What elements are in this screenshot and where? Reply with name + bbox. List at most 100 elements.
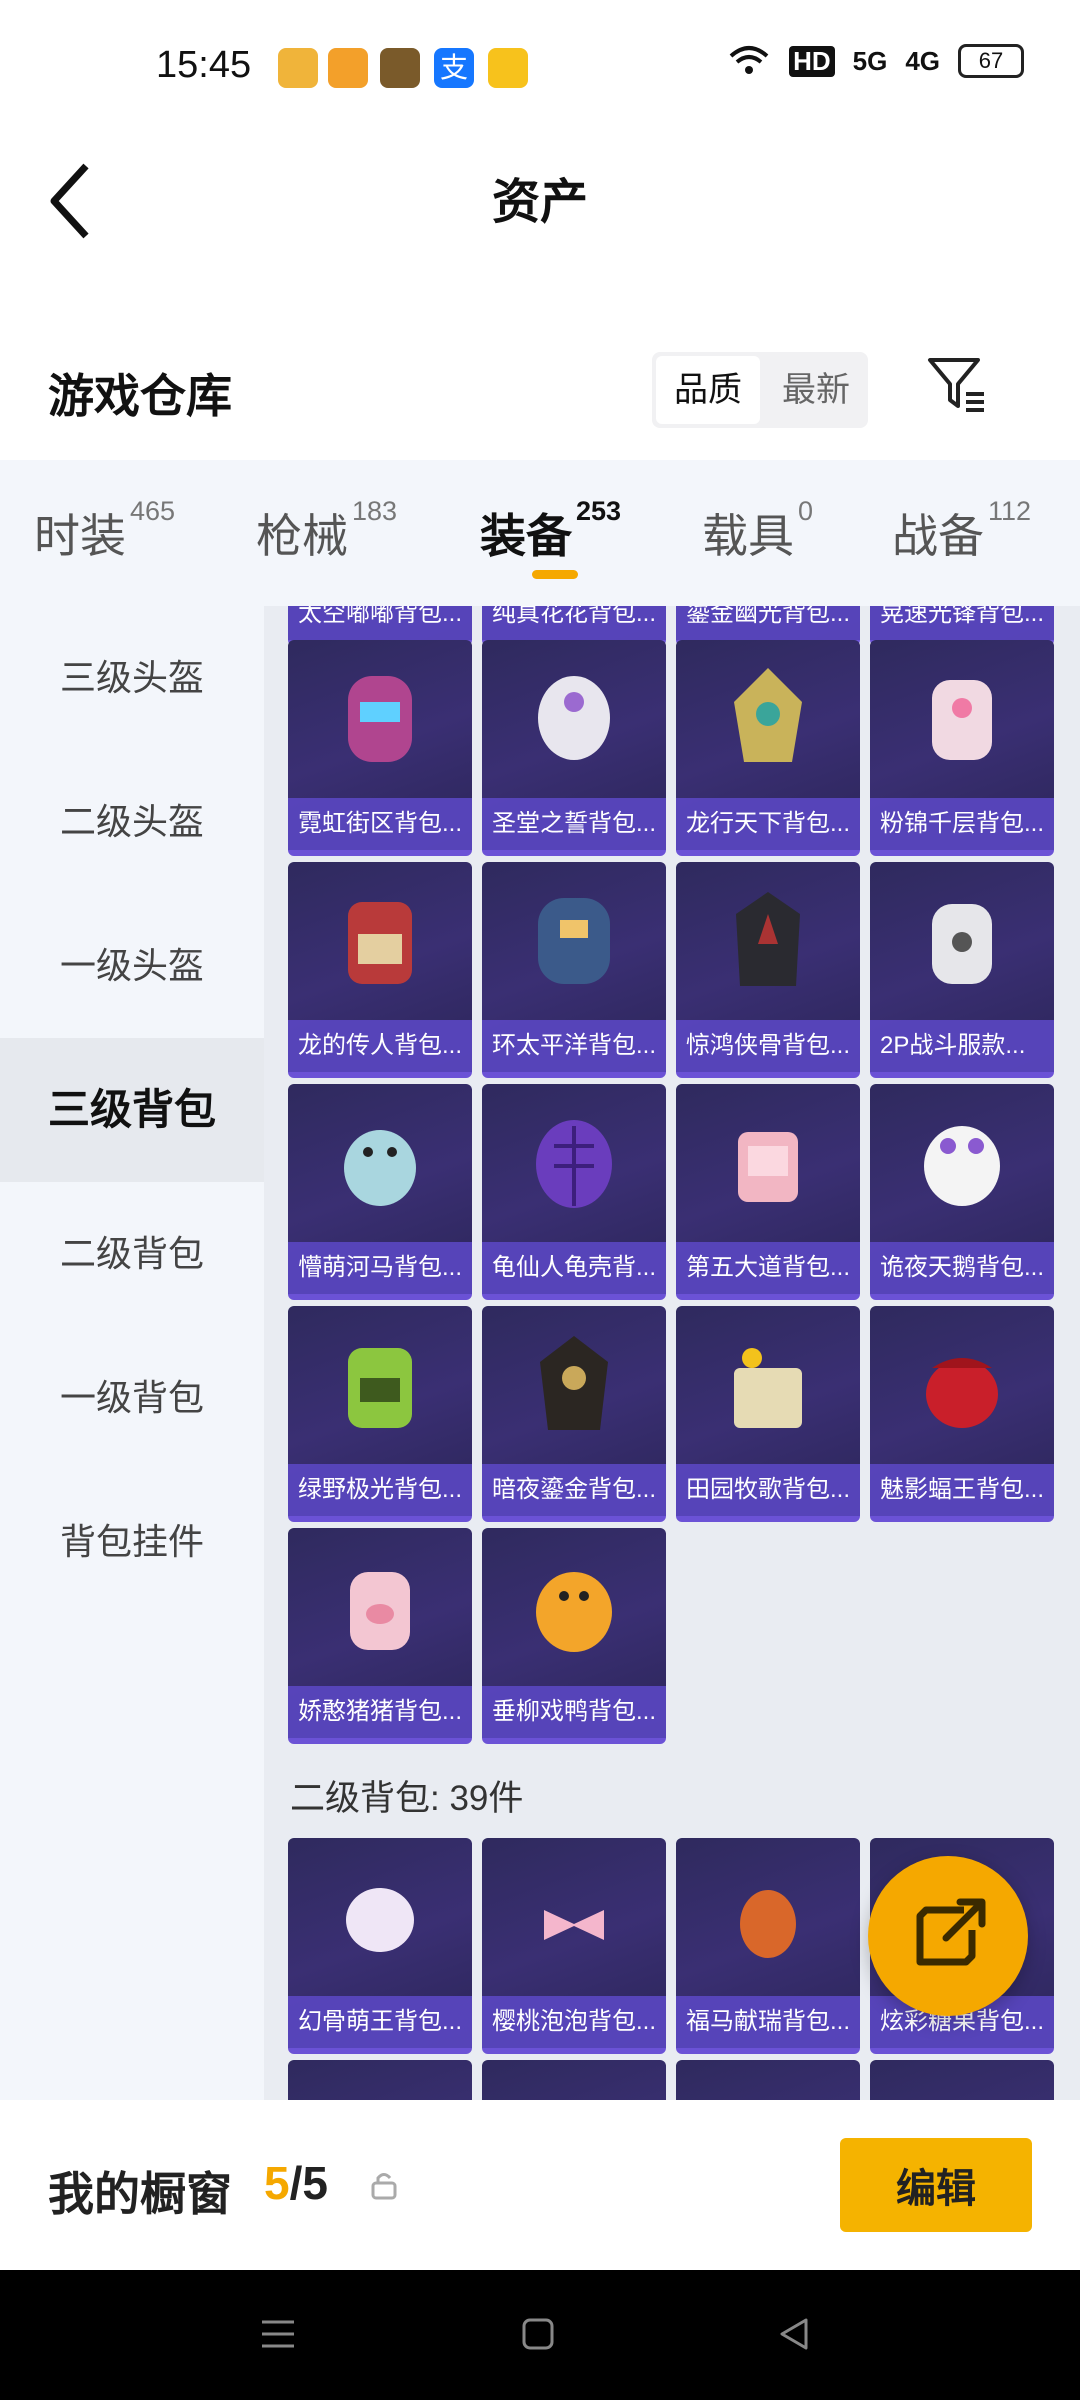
sort-toggle: 品质 最新 bbox=[652, 352, 868, 428]
tab-equipment[interactable]: 装备 253 bbox=[480, 496, 621, 566]
item-card[interactable] bbox=[870, 2060, 1054, 2100]
back-nav-icon[interactable] bbox=[774, 2314, 814, 2354]
battery-icon: 67 bbox=[958, 44, 1024, 78]
item-name: 纯真花花背包... bbox=[482, 606, 666, 640]
sidebar-item-level3-backpack[interactable]: 三级背包 bbox=[0, 1038, 264, 1182]
item-name: 圣堂之誓背包... bbox=[482, 798, 666, 850]
wifi-icon bbox=[729, 46, 769, 74]
item-card[interactable]: 粉锦千层背包... bbox=[870, 640, 1054, 856]
item-card[interactable]: 魅影蝠王背包... bbox=[870, 1306, 1054, 1522]
status-time: 15:45 bbox=[156, 44, 252, 86]
item-card[interactable]: 霓虹街区背包... bbox=[288, 640, 472, 856]
sort-newest-button[interactable]: 最新 bbox=[764, 352, 868, 428]
item-name: 鎏金幽光背包... bbox=[676, 606, 860, 640]
item-name: 樱桃泡泡背包... bbox=[482, 1996, 666, 2048]
sidebar-item-level1-helmet[interactable]: 一级头盔 bbox=[0, 894, 264, 1038]
item-card[interactable]: 圣堂之誓背包... bbox=[482, 640, 666, 856]
signal-4g-icon: 4G bbox=[905, 45, 940, 76]
game2-notification-icon bbox=[380, 48, 420, 88]
tab-firearms[interactable]: 枪械 183 bbox=[256, 496, 397, 566]
item-name: 龙行天下背包... bbox=[676, 798, 860, 850]
tab-label: 战备 bbox=[892, 510, 984, 562]
item-card[interactable]: 樱桃泡泡背包... bbox=[482, 1838, 666, 2054]
item-card[interactable]: 幻骨萌王背包... bbox=[288, 1838, 472, 2054]
item-card[interactable] bbox=[676, 2060, 860, 2100]
subcategory-sidebar: 三级头盔 二级头盔 一级头盔 三级背包 二级背包 一级背包 背包挂件 bbox=[0, 606, 264, 2100]
sort-quality-button[interactable]: 品质 bbox=[656, 356, 760, 424]
item-card[interactable]: 龟仙人龟壳背... bbox=[482, 1084, 666, 1300]
item-name: 诡夜天鹅背包... bbox=[870, 1242, 1054, 1294]
item-card[interactable]: 2P战斗服款... bbox=[870, 862, 1054, 1078]
backpack-icon bbox=[738, 1132, 798, 1202]
backpack-icon bbox=[924, 1126, 1000, 1206]
item-card[interactable] bbox=[482, 2060, 666, 2100]
tab-label: 载具 bbox=[702, 510, 794, 562]
item-name: 太空嘟嘟背包... bbox=[288, 606, 472, 640]
item-name: 粉锦千层背包... bbox=[870, 798, 1054, 850]
showcase-current: 5 bbox=[264, 2157, 290, 2209]
backpack-icon bbox=[348, 1348, 412, 1428]
item-card[interactable]: 田园牧歌背包... bbox=[676, 1306, 860, 1522]
tab-label: 枪械 bbox=[256, 510, 348, 562]
tab-fashion[interactable]: 时装 465 bbox=[34, 496, 175, 566]
item-card[interactable]: 福马献瑞背包... bbox=[676, 1838, 860, 2054]
item-card[interactable]: 惊鸿侠骨背包... bbox=[676, 862, 860, 1078]
item-card[interactable]: 龙行天下背包... bbox=[676, 640, 860, 856]
item-name: 幻骨萌王背包... bbox=[288, 1996, 472, 2048]
item-name: 暗夜鎏金背包... bbox=[482, 1464, 666, 1516]
tab-count: 465 bbox=[130, 496, 176, 526]
item-card[interactable]: 垂柳戏鸭背包... bbox=[482, 1528, 666, 1744]
sidebar-item-level2-helmet[interactable]: 二级头盔 bbox=[0, 750, 264, 894]
item-name: 田园牧歌背包... bbox=[676, 1464, 860, 1516]
backpack-icon bbox=[536, 1572, 612, 1652]
tab-count: 253 bbox=[576, 496, 622, 526]
item-card[interactable]: 懵萌河马背包... bbox=[288, 1084, 472, 1300]
game-notification-icon bbox=[328, 48, 368, 88]
showcase-separator: / bbox=[289, 2157, 303, 2209]
filter-icon[interactable] bbox=[926, 354, 986, 414]
backpack-icon bbox=[540, 1336, 608, 1430]
item-card[interactable]: 诡夜天鹅背包... bbox=[870, 1084, 1054, 1300]
page-title: 资产 bbox=[491, 176, 588, 229]
warehouse-bar: 游戏仓库 品质 最新 bbox=[0, 330, 1080, 450]
item-name: 懵萌河马背包... bbox=[288, 1242, 472, 1294]
sidebar-item-backpack-charm[interactable]: 背包挂件 bbox=[0, 1470, 264, 1614]
tab-vehicles[interactable]: 载具 0 bbox=[702, 496, 813, 566]
item-name: 垂柳戏鸭背包... bbox=[482, 1686, 666, 1738]
item-card[interactable] bbox=[288, 2060, 472, 2100]
showcase-count: 5/5 bbox=[264, 2156, 328, 2210]
showcase-total: 5 bbox=[302, 2157, 328, 2209]
backpack-icon bbox=[734, 1348, 802, 1428]
tab-count: 112 bbox=[988, 496, 1032, 526]
item-name: 娇憨猪猪背包... bbox=[288, 1686, 472, 1738]
item-card[interactable]: 第五大道背包... bbox=[676, 1084, 860, 1300]
edit-button[interactable]: 编辑 bbox=[840, 2138, 1032, 2232]
tab-count: 0 bbox=[798, 496, 814, 526]
backpack-icon bbox=[348, 676, 412, 762]
menu-icon[interactable] bbox=[258, 2314, 298, 2354]
item-card[interactable]: 绿野极光背包... bbox=[288, 1306, 472, 1522]
item-card[interactable]: 龙的传人背包... bbox=[288, 862, 472, 1078]
lock-icon bbox=[371, 2173, 397, 2200]
backpack-icon bbox=[932, 680, 992, 760]
backpack-icon bbox=[538, 898, 610, 984]
backpack-icon bbox=[740, 1890, 796, 1958]
item-name: 魅影蝠王背包... bbox=[870, 1464, 1054, 1516]
item-name: 龟仙人龟壳背... bbox=[482, 1242, 666, 1294]
coupon-notification-icon bbox=[488, 48, 528, 88]
item-card[interactable]: 娇憨猪猪背包... bbox=[288, 1528, 472, 1744]
signal-5g-icon: 5G bbox=[852, 45, 888, 76]
backpack-icon bbox=[736, 892, 800, 986]
sidebar-item-level3-helmet[interactable]: 三级头盔 bbox=[0, 606, 264, 750]
tab-supplies[interactable]: 战备 112 bbox=[892, 496, 1031, 566]
home-icon[interactable] bbox=[518, 2314, 558, 2354]
share-button[interactable] bbox=[868, 1856, 1028, 2016]
sidebar-item-level1-backpack[interactable]: 一级背包 bbox=[0, 1326, 264, 1470]
item-name: 福马献瑞背包... bbox=[676, 1996, 860, 2048]
backpack-icon bbox=[538, 676, 610, 760]
item-card[interactable]: 暗夜鎏金背包... bbox=[482, 1306, 666, 1522]
sidebar-item-level2-backpack[interactable]: 二级背包 bbox=[0, 1182, 264, 1326]
item-card[interactable]: 环太平洋背包... bbox=[482, 862, 666, 1078]
alipay-notification-icon: 支 bbox=[434, 48, 474, 88]
item-name: 绿野极光背包... bbox=[288, 1464, 472, 1516]
